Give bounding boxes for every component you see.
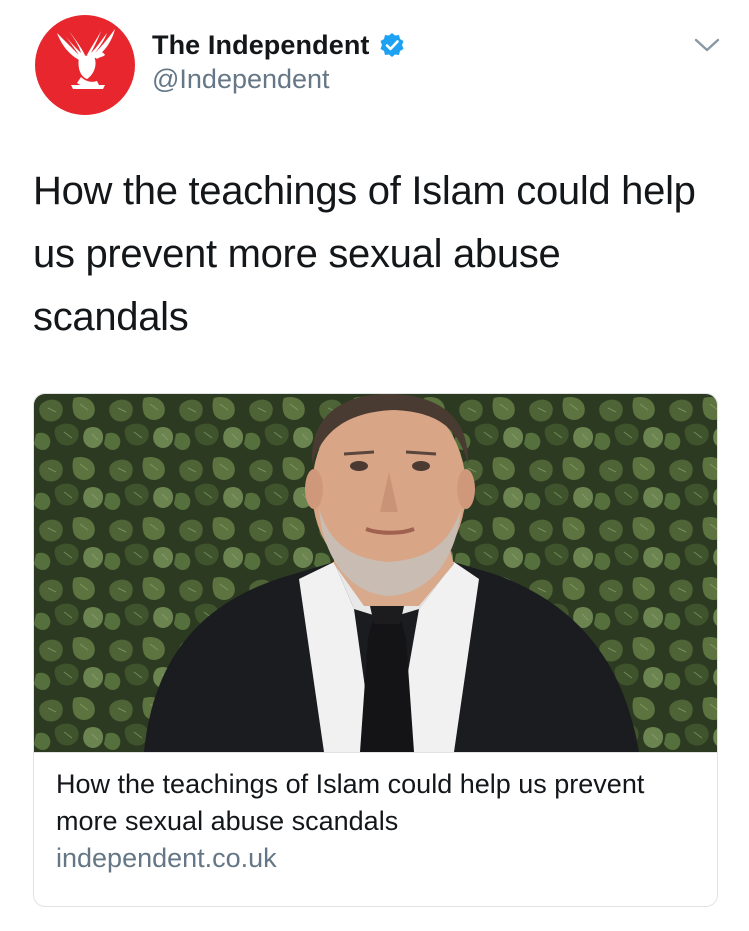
avatar[interactable] xyxy=(35,15,135,115)
display-name[interactable]: The Independent xyxy=(152,30,370,61)
card-domain[interactable]: independent.co.uk xyxy=(56,843,277,874)
display-name-row: The Independent xyxy=(152,26,405,64)
handle[interactable]: @Independent xyxy=(152,64,405,95)
chevron-down-icon[interactable] xyxy=(692,33,722,57)
card-image[interactable] xyxy=(34,394,717,753)
independent-eagle-logo-icon xyxy=(57,29,115,89)
verified-badge-icon xyxy=(379,32,405,58)
tweet-text: How the teachings of Islam could help us… xyxy=(33,169,696,339)
card-title[interactable]: How the teachings of Islam could help us… xyxy=(56,766,696,840)
author-block: The Independent @Independent xyxy=(152,26,405,95)
link-card[interactable]: How the teachings of Islam could help us… xyxy=(33,393,718,907)
